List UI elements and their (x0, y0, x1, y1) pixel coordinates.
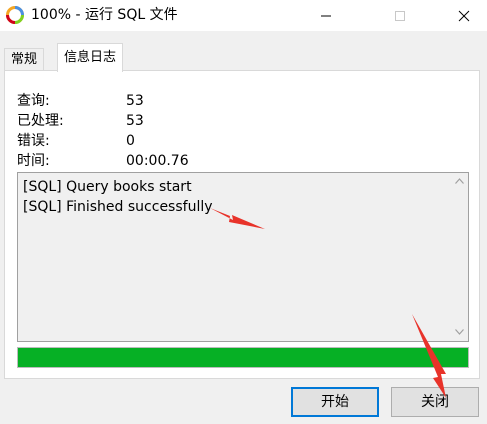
tab-strip: 常规 信息日志 (0, 31, 487, 72)
title-bar: 100% - 运行 SQL 文件 (0, 0, 487, 31)
tab-message-log[interactable]: 信息日志 (57, 43, 124, 72)
window-title: 100% - 运行 SQL 文件 (31, 7, 178, 23)
chevron-up-icon (455, 178, 464, 184)
scroll-down-button[interactable] (451, 324, 468, 341)
stat-row-time: 时间: 00:00.76 (17, 151, 317, 171)
stat-label: 时间: (17, 153, 50, 169)
message-log-panel: 查询: 53 已处理: 53 错误: 0 时间: 00:00.76 [SQL] … (4, 70, 480, 379)
stat-value: 53 (126, 93, 144, 109)
stat-value: 00:00.76 (126, 153, 189, 169)
tab-general[interactable]: 常规 (4, 48, 45, 71)
stat-row-errors: 错误: 0 (17, 131, 317, 151)
chevron-down-icon (455, 329, 464, 335)
log-line: [SQL] Query books start (23, 179, 192, 195)
progress-fill (18, 348, 468, 367)
stat-label: 查询: (17, 93, 50, 109)
stat-label: 已处理: (17, 113, 64, 129)
stat-row-processed: 已处理: 53 (17, 111, 317, 131)
minimize-icon (321, 15, 331, 17)
log-scrollbar[interactable] (451, 173, 468, 341)
close-button[interactable]: 关闭 (391, 387, 479, 417)
app-logo-icon (6, 6, 24, 24)
stat-row-queries: 查询: 53 (17, 91, 317, 111)
stat-value: 53 (126, 113, 144, 129)
maximize-icon (395, 11, 405, 21)
window-close-button[interactable] (441, 0, 487, 31)
close-icon (458, 10, 470, 22)
scroll-up-button[interactable] (451, 173, 468, 190)
log-output-area[interactable]: [SQL] Query books start [SQL] Finished s… (17, 172, 469, 342)
stat-value: 0 (126, 133, 135, 149)
stat-label: 错误: (17, 133, 50, 149)
stats-list: 查询: 53 已处理: 53 错误: 0 时间: 00:00.76 (17, 91, 317, 171)
log-line: [SQL] Finished successfully (23, 199, 213, 215)
progress-bar (17, 347, 469, 368)
maximize-button[interactable] (377, 0, 423, 31)
minimize-button[interactable] (303, 0, 349, 31)
start-button[interactable]: 开始 (291, 387, 379, 417)
